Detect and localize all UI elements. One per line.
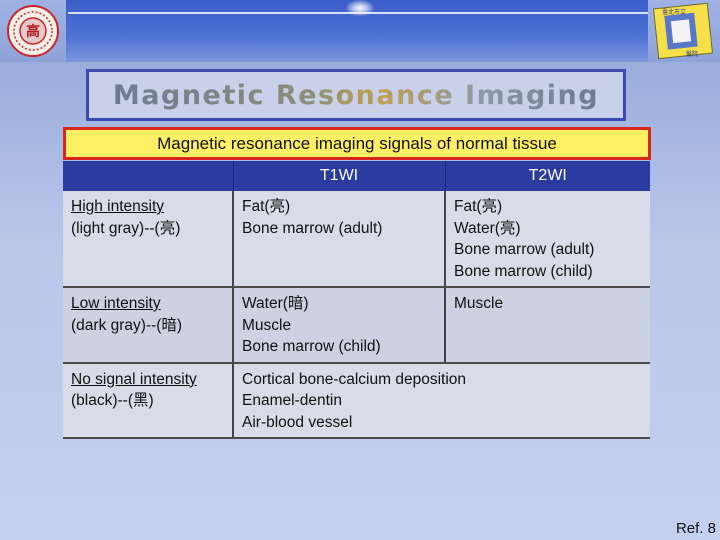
row-label-line: (black)--(黑) (71, 392, 154, 409)
tissue-item: Bone marrow (adult) (454, 241, 595, 258)
subtitle-box: Magnetic resonance imaging signals of no… (63, 127, 651, 160)
tissue-item: Cortical bone-calcium deposition (242, 370, 467, 388)
light-flare (346, 0, 374, 16)
table-row: No signal intensity (black)--(黑) Cortica… (63, 362, 650, 439)
tissue-item: Bone marrow (adult) (242, 219, 383, 237)
tissue-item: Fat(亮) (454, 198, 503, 215)
row-label: No signal intensity (black)--(黑) (63, 362, 233, 439)
tissue-item: Fat(亮) (242, 198, 291, 215)
table-row: High intensity (light gray)--(亮) Fat(亮) … (63, 191, 650, 288)
emblem-text-top: 臺北市立 (662, 8, 686, 16)
header-empty (63, 161, 233, 191)
tissue-item: Air-blood vessel (242, 413, 353, 431)
tissue-item: Enamel-dentin (242, 392, 342, 409)
t1-cell: Water(暗) Muscle Bone marrow (child) (232, 287, 445, 364)
title-box: Magnetic Resonance Imaging (86, 69, 626, 121)
row-label-line: High intensity (71, 198, 165, 215)
row-label-line: (dark gray)--(暗) (71, 316, 183, 334)
tissue-item: Water(亮) (454, 219, 521, 237)
table-header-row: T1WI T2WI (63, 161, 650, 191)
page-title: Magnetic Resonance Imaging (112, 79, 600, 111)
seal-glyph: 高 (26, 23, 40, 40)
university-seal-logo: 高 (7, 5, 59, 57)
header-t2wi: T2WI (444, 161, 650, 191)
tissue-item: Muscle (454, 295, 504, 312)
tissue-item: Muscle (242, 316, 292, 334)
merged-cell: Cortical bone-calcium deposition Enamel-… (232, 362, 650, 439)
header-t1wi: T1WI (232, 161, 445, 191)
row-label: Low intensity (dark gray)--(暗) (63, 287, 233, 364)
table-row: Low intensity (dark gray)--(暗) Water(暗) … (63, 287, 650, 364)
row-label-line: Low intensity (71, 295, 161, 312)
reference-note: Ref. 8 (675, 520, 716, 537)
t1-cell: Fat(亮) Bone marrow (adult) (232, 191, 445, 288)
row-label-line: (light gray)--(亮) (71, 219, 181, 237)
signal-table: T1WI T2WI High intensity (light gray)--(… (63, 161, 650, 439)
tissue-item: Bone marrow (child) (454, 262, 593, 280)
row-label: High intensity (light gray)--(亮) (63, 191, 233, 288)
table-caption: Magnetic resonance imaging signals of no… (157, 133, 557, 153)
t2-cell: Fat(亮) Water(亮) Bone marrow (adult) Bone… (444, 191, 650, 288)
department-emblem-logo: 臺北市立 醫院 (652, 2, 714, 60)
tissue-item: Bone marrow (child) (242, 338, 381, 355)
t2-cell: Muscle (444, 287, 650, 364)
emblem-text-bottom: 醫院 (686, 50, 698, 58)
tissue-item: Water(暗) (242, 295, 309, 312)
row-label-line: No signal intensity (71, 370, 197, 388)
